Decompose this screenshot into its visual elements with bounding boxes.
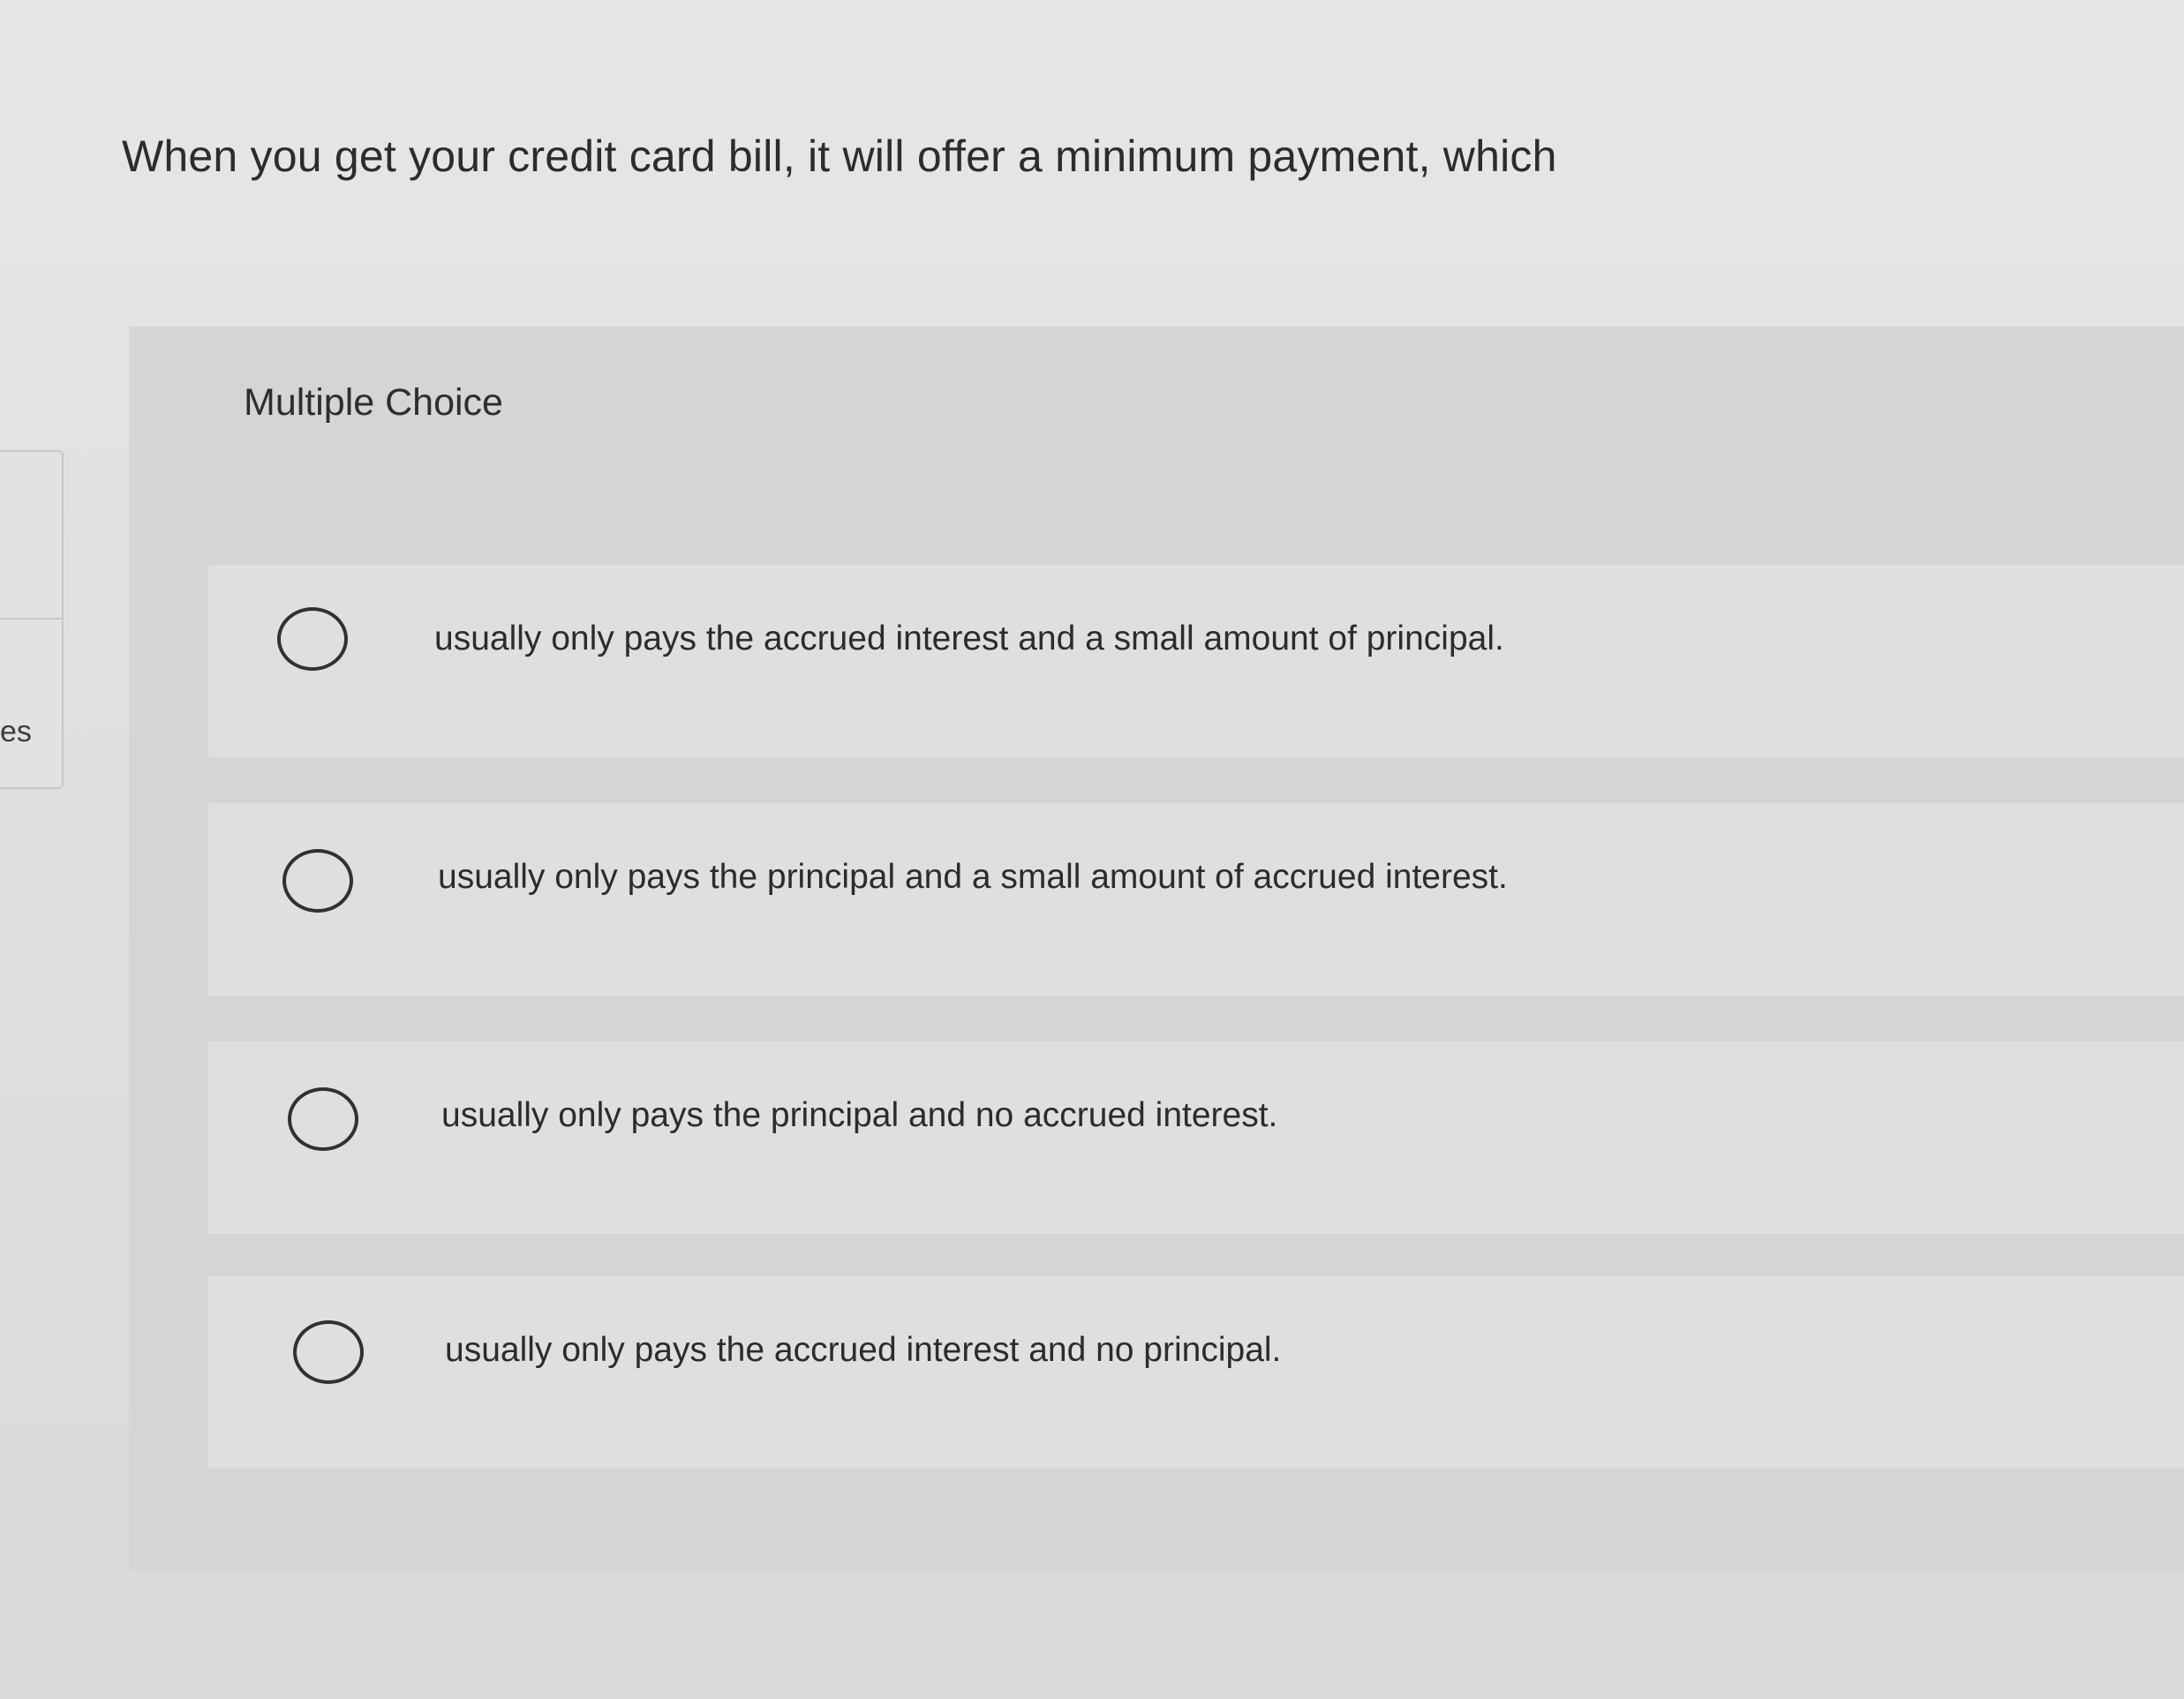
radio-button-4[interactable] xyxy=(293,1320,364,1384)
answer-option-4[interactable]: usually only pays the accrued interest a… xyxy=(208,1276,2184,1469)
answer-option-2[interactable]: usually only pays the principal and a sm… xyxy=(208,803,2184,996)
radio-button-1[interactable] xyxy=(277,607,348,671)
page: es When you get your credit card bill, i… xyxy=(0,0,2184,1699)
answer-option-3[interactable]: usually only pays the principal and no a… xyxy=(208,1041,2184,1234)
radio-button-3[interactable] xyxy=(288,1087,358,1151)
answer-option-4-label[interactable]: usually only pays the accrued interest a… xyxy=(445,1331,1281,1370)
answer-option-3-label[interactable]: usually only pays the principal and no a… xyxy=(441,1096,1277,1135)
answer-option-1[interactable]: usually only pays the accrued interest a… xyxy=(208,565,2184,757)
question-text: When you get your credit card bill, it w… xyxy=(122,132,1557,181)
radio-button-2[interactable] xyxy=(282,849,353,913)
sidebar-fragment-text[interactable]: es xyxy=(0,715,32,749)
multiple-choice-panel: Multiple Choice usually only pays the ac… xyxy=(129,327,2184,1571)
sidebar-divider xyxy=(0,618,62,620)
multiple-choice-label: Multiple Choice xyxy=(244,381,503,424)
answer-option-1-label[interactable]: usually only pays the accrued interest a… xyxy=(434,620,1504,658)
answer-option-2-label[interactable]: usually only pays the principal and a sm… xyxy=(438,858,1508,897)
